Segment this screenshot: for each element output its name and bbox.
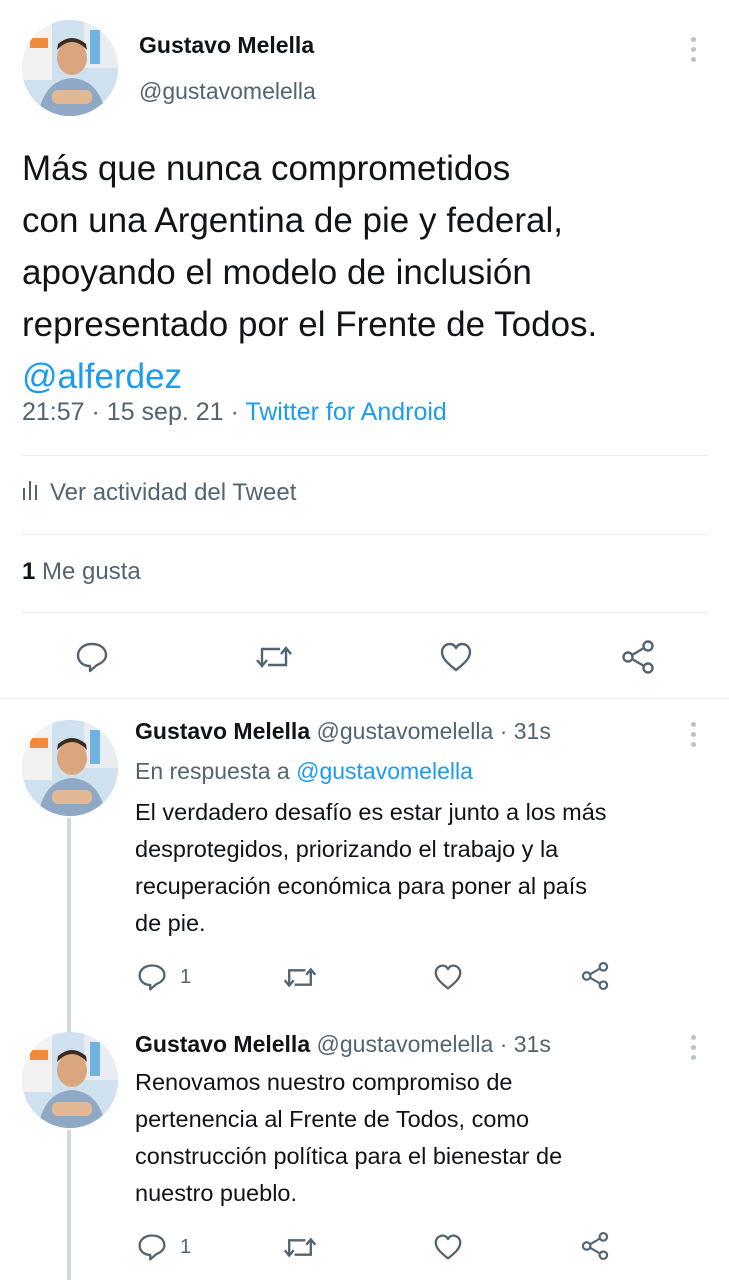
view-activity-button[interactable]: Ver actividad del Tweet — [22, 478, 296, 507]
reply-count: 1 — [180, 1236, 192, 1258]
retweet-icon[interactable] — [282, 964, 318, 991]
share-icon[interactable] — [620, 639, 656, 675]
reply-text-line: de pie. — [135, 910, 206, 936]
reply-author-handle[interactable]: @gustavomelella — [317, 1031, 494, 1057]
likes-count: 1 — [22, 558, 36, 585]
reply-time: 31s — [513, 718, 551, 744]
avatar-photo — [22, 1032, 118, 1128]
retweet-icon[interactable] — [254, 642, 294, 672]
in-reply-prefix: En respuesta a — [135, 758, 290, 784]
meta-separator: · — [499, 718, 514, 744]
reply-author-handle[interactable]: @gustavomelella — [317, 718, 494, 744]
more-vertical-icon[interactable] — [690, 37, 696, 62]
tweet-text-line: apoyando el modelo de inclusión — [22, 253, 532, 292]
bar-chart-icon — [22, 478, 38, 507]
reply-time: 31s — [513, 1031, 551, 1057]
reply-text: El verdadero desafío es estar junto a lo… — [135, 794, 725, 942]
reply-header: Gustavo Melella @gustavomelella · 31s — [135, 1031, 551, 1058]
share-icon[interactable] — [580, 961, 610, 991]
tweet-text: Más que nunca comprometidos con una Arge… — [22, 143, 722, 403]
reply-text-line: El verdadero desafío es estar junto a lo… — [135, 799, 607, 825]
in-reply-handle-link[interactable]: @gustavomelella — [296, 758, 473, 784]
in-reply-to: En respuesta a @gustavomelella — [135, 758, 473, 785]
reply-count: 1 — [180, 966, 192, 988]
thread-connector — [67, 818, 71, 1033]
avatar-photo — [22, 20, 118, 116]
author-avatar[interactable] — [22, 20, 118, 116]
meta-separator: · — [499, 1031, 514, 1057]
reply-text-line: recuperación económica para poner al paí… — [135, 873, 587, 899]
share-icon[interactable] — [580, 1231, 610, 1261]
meta-separator: · — [91, 398, 107, 426]
author-handle[interactable]: @gustavomelella — [139, 78, 316, 105]
tweet-meta: 21:57 · 15 sep. 21 · Twitter for Android — [22, 398, 447, 427]
mention-link[interactable]: @alferdez — [22, 351, 722, 403]
thread-connector — [67, 1130, 71, 1280]
more-vertical-icon[interactable] — [690, 722, 696, 747]
heart-icon[interactable] — [439, 641, 473, 673]
tweet-text-line: representado por el Frente de Todos. — [22, 305, 598, 344]
divider — [0, 698, 729, 699]
divider — [22, 612, 708, 613]
reply-text-line: desprotegidos, priorizando el trabajo y … — [135, 836, 559, 862]
tweet-time: 21:57 — [22, 398, 85, 426]
retweet-icon[interactable] — [282, 1234, 318, 1261]
heart-icon[interactable] — [433, 1233, 463, 1261]
likes-summary[interactable]: 1 Me gusta — [22, 558, 141, 586]
reply-text-line: pertenencia al Frente de Todos, como — [135, 1106, 530, 1132]
tweet-source-link[interactable]: Twitter for Android — [245, 398, 446, 426]
reply-text-line: construcción política para el bienestar … — [135, 1143, 563, 1169]
tweet-text-line: Más que nunca comprometidos — [22, 149, 511, 188]
reply-text-line: nuestro pueblo. — [135, 1180, 298, 1206]
view-activity-label: Ver actividad del Tweet — [50, 478, 297, 506]
reply-author-name[interactable]: Gustavo Melella — [135, 718, 310, 744]
tweet-date: 15 sep. 21 — [106, 398, 224, 426]
reply-avatar[interactable] — [22, 720, 118, 816]
likes-label: Me gusta — [42, 558, 141, 585]
comment-bubble-icon[interactable] — [75, 640, 109, 674]
divider — [22, 455, 708, 456]
avatar-photo — [22, 720, 118, 816]
divider — [22, 534, 708, 535]
comment-bubble-icon[interactable] — [137, 962, 167, 992]
heart-icon[interactable] — [433, 963, 463, 991]
comment-bubble-icon[interactable] — [137, 1232, 167, 1262]
meta-separator: · — [230, 398, 246, 426]
reply-text-line: Renovamos nuestro compromiso de — [135, 1069, 513, 1095]
reply-author-name[interactable]: Gustavo Melella — [135, 1031, 310, 1057]
reply-avatar[interactable] — [22, 1032, 118, 1128]
reply-text: Renovamos nuestro compromiso de pertenen… — [135, 1064, 725, 1212]
author-name[interactable]: Gustavo Melella — [139, 32, 314, 59]
more-vertical-icon[interactable] — [690, 1035, 696, 1060]
tweet-text-line: con una Argentina de pie y federal, — [22, 201, 563, 240]
reply-header: Gustavo Melella @gustavomelella · 31s — [135, 718, 551, 745]
